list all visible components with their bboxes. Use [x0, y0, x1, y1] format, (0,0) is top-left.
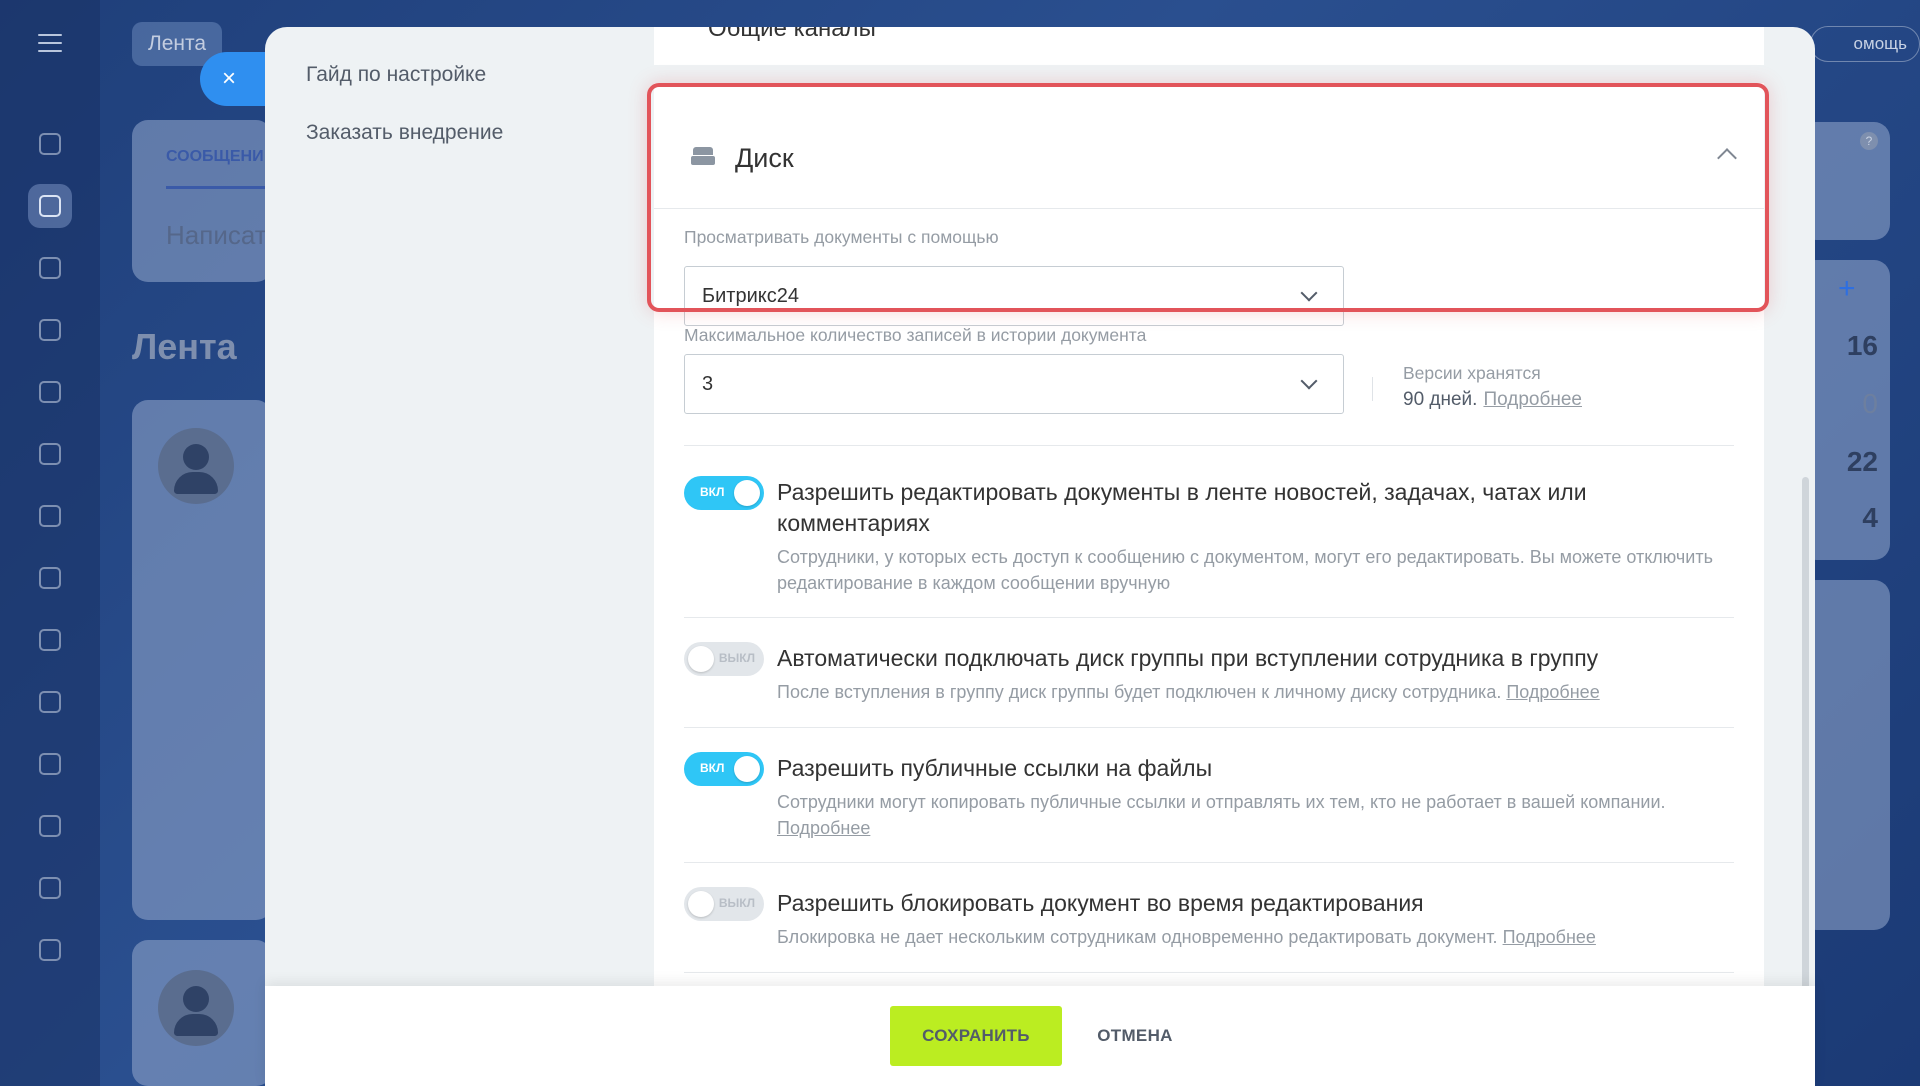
avatar	[158, 428, 234, 504]
bg-composer-placeholder[interactable]: Написат	[166, 220, 267, 251]
divider	[684, 972, 1734, 973]
bg-counter: 4	[1862, 502, 1878, 533]
toggle-state-label: ВЫКЛ	[718, 651, 755, 665]
bg-feed-title: Лента	[132, 326, 237, 367]
nav-icon-chat[interactable]	[28, 246, 72, 290]
option-more-link[interactable]: Подробнее	[777, 818, 870, 838]
versions-label: Версии хранятся	[1403, 363, 1541, 383]
history-select[interactable]: 3	[684, 354, 1344, 414]
option-description: После вступления в группу диск группы бу…	[777, 679, 1717, 705]
toggle-edit-documents[interactable]: ВКЛ	[684, 476, 764, 510]
close-icon: ×	[222, 65, 237, 92]
avatar	[158, 970, 234, 1046]
option-description: Блокировка не дает нескольким сотрудника…	[777, 924, 1717, 950]
option-description: Сотрудники могут копировать публичные сс…	[777, 789, 1717, 841]
option-description-text: Сотрудники могут копировать публичные сс…	[777, 792, 1666, 812]
option-more-link[interactable]: Подробнее	[1503, 927, 1596, 947]
versions-text: 90 дней. Подробнее	[1403, 389, 1582, 411]
chevron-down-icon	[1300, 372, 1318, 390]
toggle-knob	[688, 646, 714, 672]
nav-icon-1[interactable]	[28, 122, 72, 166]
divider	[684, 617, 1734, 618]
option-title: Разрешить блокировать документ во время …	[777, 890, 1424, 916]
option-description-text: Сотрудники, у которых есть доступ к сооб…	[777, 547, 1713, 593]
toggle-knob	[734, 756, 760, 782]
divider	[684, 445, 1734, 446]
menu-item-setup-guide[interactable]: Гайд по настройке	[306, 63, 486, 87]
bg-composer-card	[132, 120, 272, 282]
nav-icon-sign[interactable]	[28, 742, 72, 786]
previous-section-card: Общие каналы	[654, 27, 1764, 65]
option-description-text: После вступления в группу диск группы бу…	[777, 682, 1502, 702]
question-icon[interactable]: ?	[1860, 132, 1878, 150]
option-title: Разрешить публичные ссылки на файлы	[777, 755, 1213, 781]
toggle-auto-connect-group-disk[interactable]: ВЫКЛ	[684, 642, 764, 676]
toggle-public-links[interactable]: ВКЛ	[684, 752, 764, 786]
option-title: Разрешить редактировать документы в лент…	[777, 479, 1587, 536]
toggle-knob	[734, 480, 760, 506]
bg-help-button[interactable]: омощь	[1810, 26, 1920, 62]
bg-counter: 22	[1846, 446, 1878, 477]
menu-icon[interactable]	[38, 34, 62, 52]
plus-icon[interactable]: +	[1838, 272, 1856, 306]
bg-composer-tab-underline	[166, 186, 266, 189]
nav-icon-contacts[interactable]	[28, 928, 72, 972]
settings-slider: Гайд по настройке Заказать внедрение Общ…	[265, 27, 1815, 1086]
history-select-value: 3	[702, 372, 714, 395]
option-description-text: Блокировка не дает нескольким сотрудника…	[777, 927, 1498, 947]
scrollbar[interactable]	[1802, 477, 1809, 1007]
nav-icon-disk[interactable]	[28, 432, 72, 476]
nav-icon-store[interactable]	[28, 866, 72, 910]
bg-counter: 16	[1846, 330, 1878, 361]
toggle-knob	[688, 891, 714, 917]
cancel-button[interactable]: ОТМЕНА	[1085, 1006, 1185, 1066]
toggle-state-label: ВКЛ	[700, 485, 725, 499]
versions-duration: 90 дней.	[1403, 389, 1478, 410]
nav-icon-employees[interactable]	[28, 618, 72, 662]
toggle-state-label: ВЫКЛ	[718, 896, 755, 910]
divider	[684, 727, 1734, 728]
menu-item-order-implementation[interactable]: Заказать внедрение	[306, 121, 503, 145]
footer-bar: СОХРАНИТЬ ОТМЕНА	[265, 986, 1815, 1086]
nav-icon-documents[interactable]	[28, 370, 72, 414]
nav-icon-mail[interactable]	[28, 494, 72, 538]
save-button[interactable]: СОХРАНИТЬ	[890, 1006, 1062, 1066]
option-description: Сотрудники, у которых есть доступ к сооб…	[777, 544, 1717, 596]
option-title: Автоматически подключать диск группы при…	[777, 645, 1599, 671]
toggle-lock-document[interactable]: ВЫКЛ	[684, 887, 764, 921]
nav-icon-crm[interactable]	[28, 680, 72, 724]
divider	[684, 862, 1734, 863]
nav-icon-calendar[interactable]	[28, 308, 72, 352]
close-slider-button[interactable]: ×	[200, 52, 268, 106]
nav-icon-feed[interactable]	[28, 184, 72, 228]
option-more-link[interactable]: Подробнее	[1506, 682, 1599, 702]
versions-more-link[interactable]: Подробнее	[1483, 389, 1582, 410]
nav-icon-analytics[interactable]	[28, 804, 72, 848]
toggle-state-label: ВКЛ	[700, 761, 725, 775]
left-navigation-bar	[0, 0, 100, 1086]
bg-counter: 0	[1862, 388, 1878, 419]
section-gap	[654, 65, 1764, 83]
nav-icon-tasks[interactable]	[28, 556, 72, 600]
versions-separator	[1372, 377, 1373, 401]
highlight-frame	[647, 83, 1769, 312]
bg-composer-tab[interactable]: СООБЩЕНИ	[166, 148, 264, 166]
previous-section-title[interactable]: Общие каналы	[708, 27, 876, 43]
history-label: Максимальное количество записей в истори…	[684, 325, 1147, 345]
